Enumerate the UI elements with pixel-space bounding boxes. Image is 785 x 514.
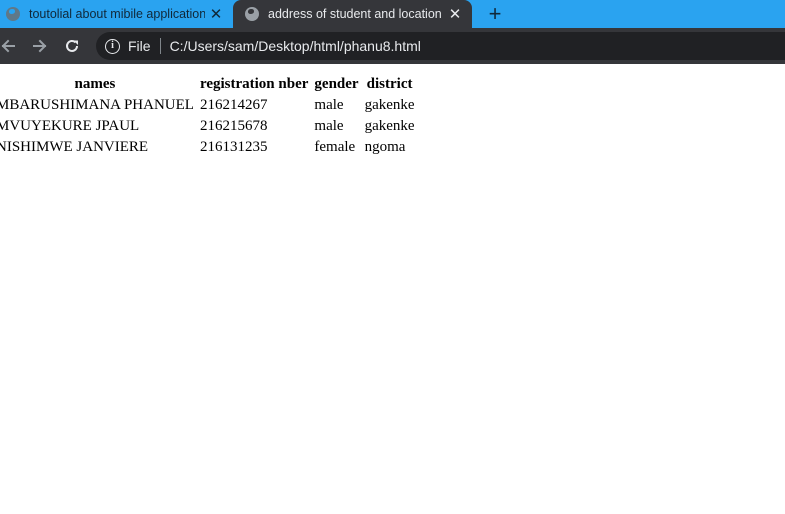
arrow-left-icon [1,39,15,53]
students-table: names registration nber gender district … [0,73,419,159]
close-icon[interactable]: ✕ [205,3,227,25]
table-row: MVUYEKURE JPAUL 216215678 male gakenke [0,117,417,136]
arrow-right-icon [33,39,47,53]
cell-registration: 216215678 [199,118,268,134]
back-button[interactable] [0,34,20,58]
cell-name: NISHIMWE JANVIERE [0,139,149,155]
cell-district: ngoma [364,139,406,155]
cell-gender: male [314,118,344,134]
reload-button[interactable] [60,34,84,58]
table-row: NISHIMWE JANVIERE 216131235 female ngoma [0,138,417,157]
tab-mobile-application[interactable]: toutolial about mibile application ✕ [0,0,233,28]
reload-icon [66,39,78,52]
tab-strip: toutolial about mibile application ✕ add… [0,0,785,28]
globe-icon [6,7,20,21]
cell-gender: female [314,139,356,155]
cell-registration: 216131235 [199,139,268,155]
info-icon[interactable]: i [105,38,120,54]
header-names: names [74,76,116,92]
security-chip-label: File [128,38,151,54]
cell-name: MVUYEKURE JPAUL [0,118,140,134]
cell-district: gakenke [364,97,415,113]
url-text[interactable]: C:/Users/sam/Desktop/html/phanu8.html [170,38,421,54]
header-district: district [366,76,413,92]
close-icon[interactable]: ✕ [444,3,466,25]
tab-address-of-student[interactable]: address of student and location ✕ [233,0,472,28]
address-bar[interactable]: i File C:/Users/sam/Desktop/html/phanu8.… [96,32,785,60]
page-content: names registration nber gender district … [0,64,785,514]
cell-district: gakenke [364,118,415,134]
tab-title: address of student and location [268,7,442,21]
cell-name: MBARUSHIMANA PHANUEL [0,97,194,113]
divider [159,38,161,54]
cell-registration: 216214267 [199,97,268,113]
table-row: MBARUSHIMANA PHANUEL 216214267 male gake… [0,96,417,115]
globe-icon [245,7,259,21]
header-gender: gender [314,76,359,92]
forward-button[interactable] [28,34,52,58]
table-header-row: names registration nber gender district [0,75,417,94]
cell-gender: male [314,97,344,113]
tab-title: toutolial about mibile application [29,7,205,21]
header-registration: registration nber [199,76,309,92]
new-tab-button[interactable]: + [482,0,508,28]
